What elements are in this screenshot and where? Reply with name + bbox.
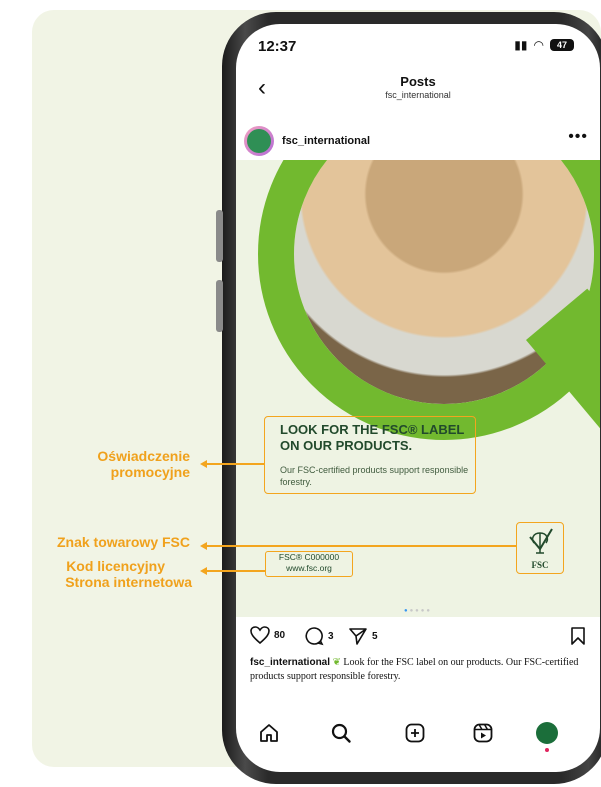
page-title: Posts xyxy=(400,74,436,89)
license-code: FSC® C000000 xyxy=(278,552,340,562)
share-icon xyxy=(349,628,367,645)
bookmark-icon[interactable] xyxy=(570,626,586,646)
annotation-promo: Oświadczenie promocyjne xyxy=(97,448,190,480)
search-icon[interactable] xyxy=(330,722,352,744)
phone-screen: 12:37 ▮▮ ◠ 47 ‹ Posts fsc_international … xyxy=(236,24,600,772)
annotation-trademark: Znak towarowy FSC xyxy=(56,534,190,550)
nav-header: ‹ Posts fsc_international xyxy=(236,68,600,122)
carousel-dots: ●●●●● xyxy=(403,608,433,614)
status-bar: 12:37 ▮▮ ◠ 47 xyxy=(236,24,600,68)
like-count: 80 xyxy=(274,629,286,641)
annotation-license: Kod licencyjny xyxy=(66,558,165,574)
fsc-tree-check-icon xyxy=(529,528,553,554)
share-action[interactable]: 5 xyxy=(348,626,378,646)
heart-icon xyxy=(250,626,270,644)
post-image[interactable]: LOOK FOR THE FSC® LABEL ON OUR PRODUCTS.… xyxy=(236,160,600,617)
more-icon[interactable]: ••• xyxy=(568,128,588,146)
reels-icon[interactable] xyxy=(472,722,494,744)
leader-promo xyxy=(206,463,264,465)
annotation-website: Strona internetowa xyxy=(65,574,192,590)
comment-count: 3 xyxy=(328,630,334,642)
tab-bar xyxy=(236,716,600,772)
page-subtitle: fsc_international xyxy=(385,90,451,100)
magnifier-ring xyxy=(258,160,600,440)
post-header: fsc_international ••• xyxy=(236,122,600,160)
promo-text: Our FSC-certified products support respo… xyxy=(280,465,469,487)
like-action[interactable]: 80 xyxy=(250,626,285,644)
action-bar: 80 3 5 xyxy=(250,626,586,648)
comment-action[interactable]: 3 xyxy=(304,626,334,646)
status-time: 12:37 xyxy=(258,38,297,55)
profile-icon[interactable] xyxy=(536,722,558,744)
license-box: FSC® C000000 www.fsc.org xyxy=(265,551,353,577)
license-url: www.fsc.org xyxy=(286,563,332,573)
leader-trademark xyxy=(206,545,516,547)
fsc-logo: FSC xyxy=(516,522,564,574)
share-count: 5 xyxy=(372,630,378,642)
leaf-emoji-icon: ❦ xyxy=(332,657,341,668)
fsc-logo-text: FSC xyxy=(531,560,549,570)
leader-license xyxy=(206,570,266,572)
notification-dot xyxy=(545,748,549,752)
wifi-icon: ◠ xyxy=(533,38,544,52)
comment-icon xyxy=(305,627,324,646)
fsc-avatar-logo-icon xyxy=(247,129,271,153)
post-username[interactable]: fsc_international xyxy=(282,135,370,147)
battery-icon: 47 xyxy=(550,39,574,51)
home-icon[interactable] xyxy=(258,722,280,744)
avatar[interactable] xyxy=(244,126,274,156)
signal-icon: ▮▮ xyxy=(514,38,528,52)
volume-down-button xyxy=(216,280,223,332)
promo-title: LOOK FOR THE FSC® LABEL ON OUR PRODUCTS. xyxy=(280,422,465,453)
create-icon[interactable] xyxy=(404,722,426,744)
post-caption: fsc_international ❦ Look for the FSC lab… xyxy=(250,656,590,684)
caption-username[interactable]: fsc_international xyxy=(250,657,330,668)
volume-up-button xyxy=(216,210,223,262)
status-icons: ▮▮ ◠ 47 xyxy=(514,38,574,52)
